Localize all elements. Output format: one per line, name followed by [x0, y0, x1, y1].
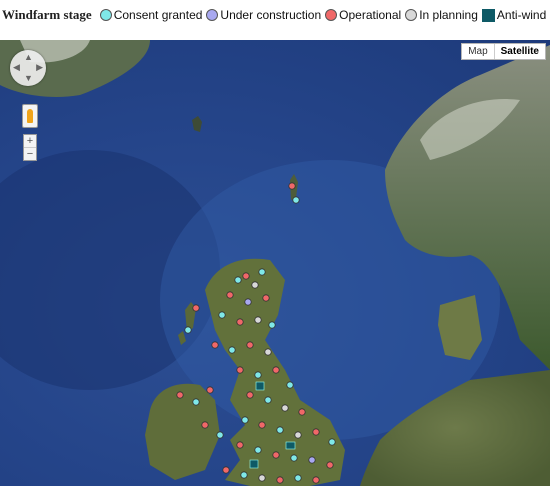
pan-right-arrow-icon[interactable]: ▶ [36, 63, 43, 72]
windfarm-marker[interactable] [240, 471, 248, 479]
ireland [145, 383, 220, 480]
satellite-map[interactable]: Map Satellite ▲ ▼ ◀ ▶ + − [0, 40, 550, 486]
windfarm-marker[interactable] [258, 474, 266, 482]
windfarm-marker[interactable] [236, 366, 244, 374]
anti-wind-mp-area[interactable] [255, 381, 265, 391]
windfarm-marker[interactable] [251, 281, 259, 289]
windfarm-marker[interactable] [236, 318, 244, 326]
zoom-in-button[interactable]: + [24, 135, 36, 147]
windfarm-marker[interactable] [328, 438, 336, 446]
legend-label: In planning [419, 8, 478, 22]
legend-item-consent-granted: Consent granted [99, 8, 203, 22]
windfarm-marker[interactable] [254, 371, 262, 379]
windfarm-marker[interactable] [206, 386, 214, 394]
windfarm-marker[interactable] [226, 291, 234, 299]
windfarm-marker[interactable] [268, 321, 276, 329]
windfarm-marker[interactable] [312, 476, 320, 484]
pan-left-arrow-icon[interactable]: ◀ [13, 63, 20, 72]
windfarm-marker[interactable] [228, 346, 236, 354]
windfarm-marker[interactable] [294, 474, 302, 482]
consent-granted-swatch [99, 9, 112, 21]
windfarm-marker[interactable] [192, 304, 200, 312]
windfarm-marker[interactable] [234, 276, 242, 284]
windfarm-marker[interactable] [218, 311, 226, 319]
map-type-button[interactable]: Map [462, 44, 493, 59]
windfarm-marker[interactable] [211, 341, 219, 349]
pan-up-arrow-icon[interactable]: ▲ [24, 53, 33, 62]
windfarm-marker[interactable] [272, 366, 280, 374]
windfarm-marker[interactable] [264, 396, 272, 404]
windfarm-marker[interactable] [246, 341, 254, 349]
denmark [438, 295, 482, 360]
map-legend: Windfarm stage Consent granted Under con… [0, 0, 550, 30]
windfarm-marker[interactable] [222, 466, 230, 474]
windfarm-marker[interactable] [258, 268, 266, 276]
legend-item-operational: Operational [325, 8, 401, 22]
map-type-control: Map Satellite [461, 43, 546, 60]
windfarm-marker[interactable] [216, 431, 224, 439]
pan-down-arrow-icon[interactable]: ▼ [24, 74, 33, 83]
windfarm-marker[interactable] [281, 404, 289, 412]
windfarm-marker[interactable] [244, 298, 252, 306]
windfarm-marker[interactable] [246, 391, 254, 399]
windfarm-marker[interactable] [258, 421, 266, 429]
windfarm-marker[interactable] [254, 446, 262, 454]
legend-item-in-planning: In planning [405, 8, 478, 22]
windfarm-marker[interactable] [184, 326, 192, 334]
zoom-control: + − [23, 134, 37, 161]
windfarm-marker[interactable] [236, 441, 244, 449]
legend-title: Windfarm stage [2, 7, 92, 22]
windfarm-marker[interactable] [254, 316, 262, 324]
legend-item-anti-wind-mp: Anti-wind MP [481, 8, 550, 22]
legend-label: Under construction [220, 8, 322, 22]
under-construction-swatch [206, 9, 219, 21]
windfarm-marker[interactable] [286, 381, 294, 389]
windfarm-marker[interactable] [192, 398, 200, 406]
anti-wind-mp-swatch [481, 8, 495, 22]
windfarm-marker[interactable] [201, 421, 209, 429]
windfarm-marker[interactable] [272, 451, 280, 459]
windfarm-marker[interactable] [276, 476, 284, 484]
windfarm-marker[interactable] [298, 408, 306, 416]
windfarm-marker[interactable] [242, 272, 250, 280]
anti-wind-mp-area[interactable] [249, 459, 259, 469]
windfarm-marker[interactable] [290, 454, 298, 462]
windfarm-marker[interactable] [264, 348, 272, 356]
legend-item-under-construction: Under construction [206, 8, 321, 22]
windfarm-marker[interactable] [294, 431, 302, 439]
windfarm-marker[interactable] [326, 461, 334, 469]
in-planning-swatch [405, 9, 418, 21]
windfarm-marker[interactable] [241, 416, 249, 424]
anti-wind-mp-area[interactable] [285, 441, 296, 450]
windfarm-marker[interactable] [262, 294, 270, 302]
satellite-type-button[interactable]: Satellite [493, 44, 545, 59]
legend-label: Anti-wind MP [496, 8, 550, 22]
windfarm-marker[interactable] [292, 196, 300, 204]
zoom-out-button[interactable]: − [24, 147, 36, 160]
operational-swatch [325, 9, 338, 21]
windfarm-marker[interactable] [288, 182, 296, 190]
faroe-islands [192, 116, 202, 132]
windfarm-marker[interactable] [312, 428, 320, 436]
legend-label: Consent granted [113, 8, 203, 22]
windfarm-marker[interactable] [176, 391, 184, 399]
legend-label: Operational [339, 8, 402, 22]
street-view-pegman-icon[interactable] [22, 104, 38, 128]
windfarm-marker[interactable] [276, 426, 284, 434]
windfarm-marker[interactable] [308, 456, 316, 464]
pan-control-icon[interactable]: ▲ ▼ ◀ ▶ [10, 50, 46, 86]
map-canvas[interactable] [0, 40, 550, 486]
